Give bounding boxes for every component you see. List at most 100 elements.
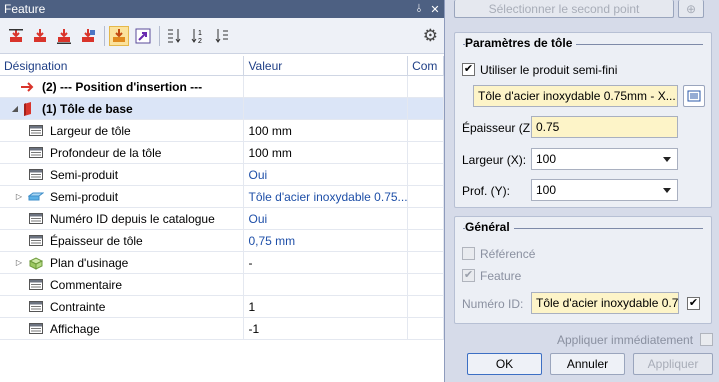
- sort-tree-icon[interactable]: [212, 26, 232, 46]
- designation-cell[interactable]: ▷ Plan d'usinage: [0, 252, 245, 273]
- value-cell[interactable]: -: [244, 252, 409, 273]
- table-row[interactable]: Épaisseur de tôle 0,75 mm: [0, 230, 445, 252]
- designation-cell[interactable]: Affichage: [0, 318, 245, 339]
- apply-label: Appliquer: [647, 357, 699, 371]
- comment-cell[interactable]: [408, 164, 445, 185]
- row-label: Commentaire: [50, 277, 123, 292]
- table-row[interactable]: Contrainte 1: [0, 296, 445, 318]
- row-value: 100 mm: [248, 145, 292, 160]
- value-cell[interactable]: Oui: [244, 208, 409, 229]
- semi-product-field[interactable]: Tôle d'acier inoxydable 0.75mm - X...: [473, 85, 678, 107]
- table-row[interactable]: Commentaire: [0, 274, 445, 296]
- row-value: 100 mm: [248, 123, 292, 138]
- chevron-down-icon: [663, 188, 671, 193]
- comment-cell[interactable]: [408, 274, 445, 295]
- comment-cell[interactable]: [408, 318, 445, 339]
- comment-cell[interactable]: [408, 120, 445, 141]
- header-designation[interactable]: Désignation: [0, 56, 245, 75]
- cancel-button[interactable]: Annuler: [550, 353, 625, 375]
- designation-cell[interactable]: ▷ Semi-produit: [0, 186, 245, 207]
- apply-immediately-checkbox[interactable]: [700, 333, 713, 346]
- comment-cell[interactable]: [408, 142, 445, 163]
- feature-panel: Feature ⫰ ✕ 12 ⚙ Désignation Valeur Com …: [0, 0, 445, 382]
- gear-icon[interactable]: ⚙: [423, 26, 438, 46]
- referenced-label: Référencé: [480, 247, 536, 261]
- designation-cell[interactable]: Numéro ID depuis le catalogue: [0, 208, 245, 229]
- arrow-select-icon[interactable]: [133, 26, 153, 46]
- thickness-input[interactable]: 0.75: [531, 116, 678, 138]
- toolbar-separator: [159, 25, 160, 46]
- general-group: Général Référencé ✔ Feature Numéro ID: T…: [454, 216, 712, 324]
- id-label: Numéro ID:: [462, 297, 524, 311]
- value-cell[interactable]: [244, 98, 409, 119]
- value-cell[interactable]: Tôle d'acier inoxydable 0.75...: [244, 186, 409, 207]
- designation-cell[interactable]: Commentaire: [0, 274, 245, 295]
- row-label: Profondeur de la tôle: [50, 145, 162, 160]
- insert-icon[interactable]: [30, 26, 50, 46]
- ok-button[interactable]: OK: [467, 353, 542, 375]
- table-row[interactable]: Largeur de tôle 100 mm: [0, 120, 445, 142]
- value-cell[interactable]: 100 mm: [244, 142, 409, 163]
- id-field[interactable]: Tôle d'acier inoxydable 0.75: [531, 292, 679, 314]
- depth-dropdown[interactable]: 100: [531, 179, 678, 201]
- close-icon[interactable]: ✕: [428, 3, 442, 16]
- cancel-label: Annuler: [566, 357, 609, 371]
- comment-cell[interactable]: [408, 252, 445, 273]
- insert-alt-icon[interactable]: [78, 26, 98, 46]
- expand-icon[interactable]: ▷: [14, 258, 24, 267]
- row-value: 1: [248, 299, 256, 314]
- table-row[interactable]: (2) --- Position d'insertion ---: [0, 76, 444, 98]
- designation-cell[interactable]: Contrainte: [0, 296, 245, 317]
- select-second-point-button[interactable]: Sélectionner le second point: [454, 0, 674, 18]
- sheet-metal-icon[interactable]: [109, 25, 129, 46]
- designation-cell[interactable]: Semi-produit: [0, 164, 245, 185]
- depth-value: 100: [536, 183, 557, 197]
- insert-top-icon[interactable]: [6, 26, 26, 46]
- width-dropdown[interactable]: 100: [531, 148, 678, 170]
- comment-cell[interactable]: [408, 296, 445, 317]
- table-row[interactable]: Affichage -1: [0, 318, 445, 340]
- designation-cell[interactable]: Largeur de tôle: [0, 120, 245, 141]
- designation-cell[interactable]: Profondeur de la tôle: [0, 142, 245, 163]
- designation-cell[interactable]: Épaisseur de tôle: [0, 230, 245, 251]
- comment-cell[interactable]: [408, 208, 445, 229]
- table-row[interactable]: ▷ Semi-produit Tôle d'acier inoxydable 0.7…: [0, 186, 445, 208]
- value-cell[interactable]: Oui: [244, 164, 409, 185]
- sort-list-icon[interactable]: [164, 26, 184, 46]
- insert-below-icon[interactable]: [54, 26, 74, 46]
- expand-icon[interactable]: ◢: [10, 104, 20, 113]
- value-cell[interactable]: 0,75 mm: [244, 230, 409, 251]
- value-cell[interactable]: 1: [244, 296, 409, 317]
- feature-checkbox[interactable]: ✔: [462, 269, 475, 282]
- table-row[interactable]: Numéro ID depuis le catalogue Oui: [0, 208, 445, 230]
- id-checkbox[interactable]: ✔: [687, 297, 700, 310]
- plan-icon: [28, 256, 44, 270]
- comment-cell[interactable]: [408, 98, 444, 119]
- arrow-icon: [20, 80, 36, 94]
- table-row[interactable]: Semi-produit Oui: [0, 164, 445, 186]
- table-row[interactable]: Profondeur de la tôle 100 mm: [0, 142, 445, 164]
- table-row[interactable]: ◢ (1) Tôle de base: [0, 98, 444, 120]
- row-label: Semi-produit: [50, 189, 119, 204]
- table-row[interactable]: ▷ Plan d'usinage -: [0, 252, 445, 274]
- value-cell[interactable]: [244, 76, 409, 97]
- header-com[interactable]: Com: [408, 56, 444, 75]
- apply-button[interactable]: Appliquer: [633, 353, 713, 375]
- expand-icon[interactable]: ▷: [14, 192, 24, 201]
- value-cell[interactable]: [244, 274, 409, 295]
- catalog-button[interactable]: [683, 85, 705, 107]
- pin-icon[interactable]: ⫰: [412, 3, 426, 16]
- comment-cell[interactable]: [408, 230, 445, 251]
- designation-cell[interactable]: (2) --- Position d'insertion ---: [0, 76, 245, 97]
- header-valeur[interactable]: Valeur: [244, 56, 409, 75]
- value-cell[interactable]: -1: [244, 318, 409, 339]
- row-value: Tôle d'acier inoxydable 0.75...: [248, 189, 408, 204]
- value-cell[interactable]: 100 mm: [244, 120, 409, 141]
- use-semi-checkbox[interactable]: ✔: [462, 63, 475, 76]
- pick-point-button[interactable]: ⊕: [678, 0, 704, 18]
- sort-12-icon[interactable]: 12: [188, 26, 208, 46]
- comment-cell[interactable]: [408, 76, 444, 97]
- comment-cell[interactable]: [408, 186, 445, 207]
- designation-cell[interactable]: ◢ (1) Tôle de base: [0, 98, 245, 119]
- referenced-checkbox[interactable]: [462, 247, 475, 260]
